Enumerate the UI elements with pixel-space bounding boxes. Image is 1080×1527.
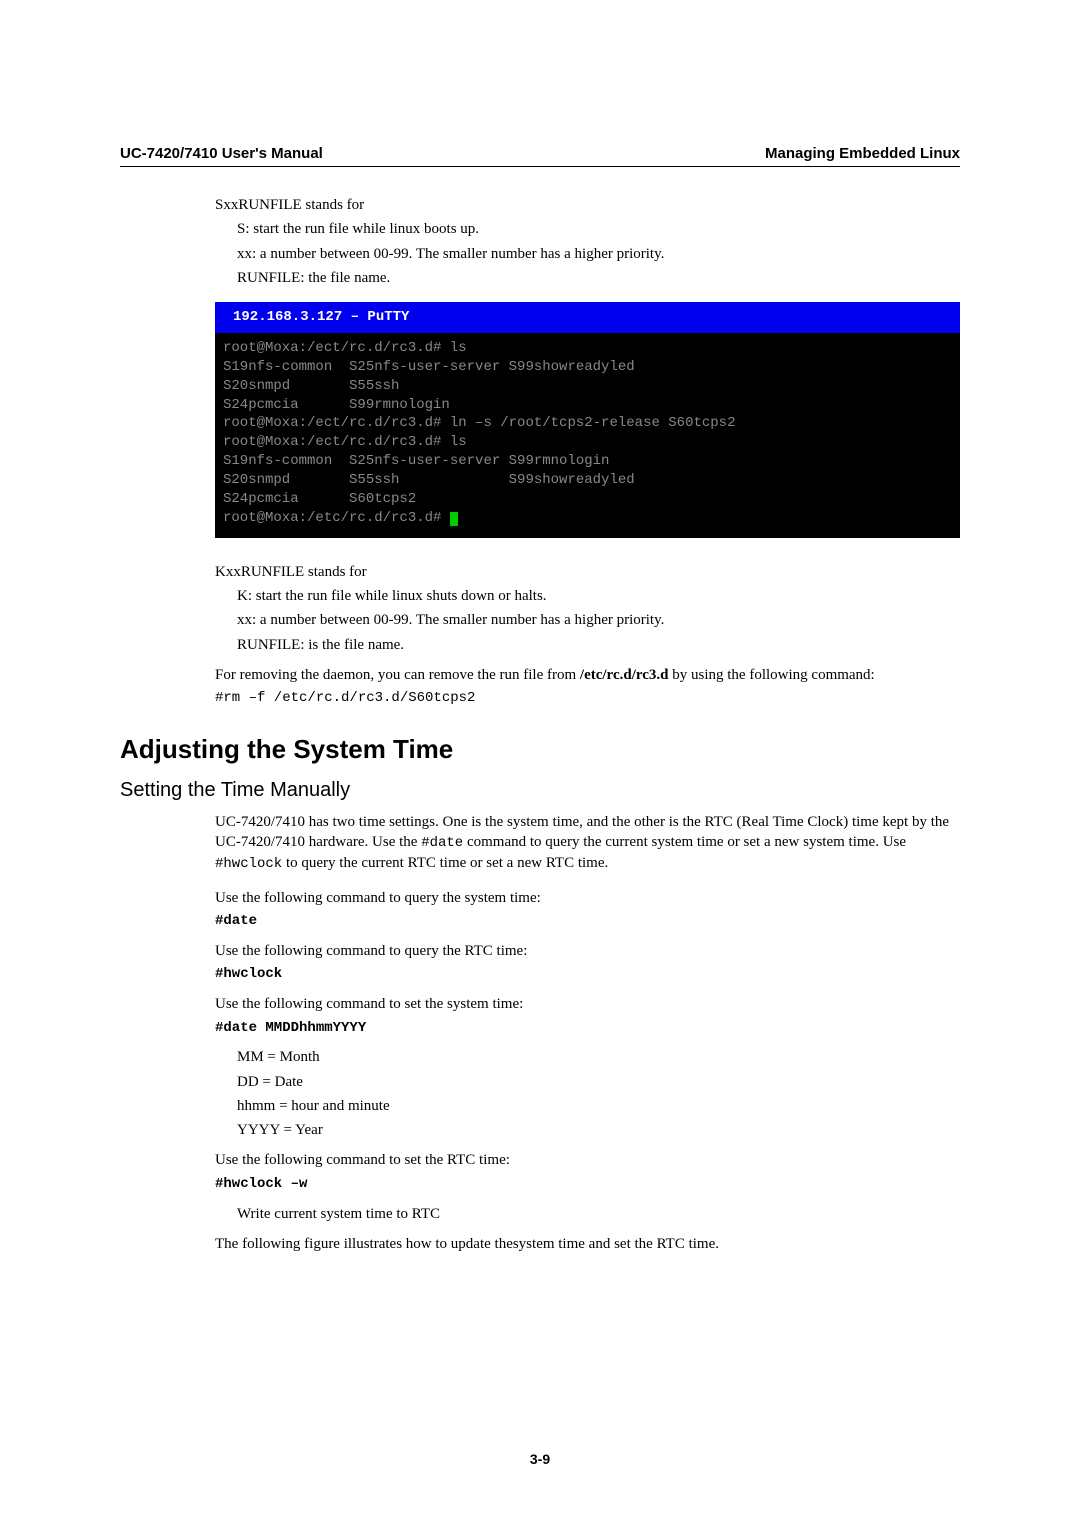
header: UC-7420/7410 User's Manual Managing Embe… xyxy=(120,145,960,167)
page: UC-7420/7410 User's Manual Managing Embe… xyxy=(0,0,1080,1527)
remove-paragraph: For removing the daemon, you can remove … xyxy=(215,665,960,685)
set-rtctime-label: Use the following command to set the RTC… xyxy=(215,1150,960,1170)
sxx-list: S: start the run file while linux boots … xyxy=(237,219,960,288)
time-p1c: command to query the current system time… xyxy=(463,834,906,850)
remove-p1a: For removing the daemon, you can remove … xyxy=(215,667,580,683)
set-rtctime-cmd: #hwclock –w xyxy=(215,1175,960,1194)
set-systime-label: Use the following command to set the sys… xyxy=(215,994,960,1014)
cursor-icon xyxy=(450,512,458,526)
header-right: Managing Embedded Linux xyxy=(765,145,960,162)
remove-path: /etc/rc.d/rc3.d xyxy=(580,667,669,683)
time-intro: UC-7420/7410 has two time settings. One … xyxy=(215,812,960,874)
date-inline: #date xyxy=(421,835,463,851)
sxx-title: SxxRUNFILE stands for xyxy=(215,195,960,215)
write-note: Write current system time to RTC xyxy=(237,1204,960,1224)
terminal-title: 192.168.3.127 – PuTTY xyxy=(215,302,960,333)
header-left: UC-7420/7410 User's Manual xyxy=(120,145,323,162)
hwclock-inline: #hwclock xyxy=(215,856,282,872)
figure-note: The following figure illustrates how to … xyxy=(215,1234,960,1254)
remove-cmd: #rm –f /etc/rc.d/rc3.d/S60tcps2 xyxy=(215,689,960,708)
heading-setting: Setting the Time Manually xyxy=(120,779,960,802)
hh: hhmm = hour and minute xyxy=(237,1096,960,1116)
write-text: Write current system time to RTC xyxy=(237,1204,960,1224)
heading-adjusting: Adjusting the System Time xyxy=(120,734,960,765)
page-number: 3-9 xyxy=(0,1451,1080,1467)
query-rtctime-label: Use the following command to query the R… xyxy=(215,941,960,961)
kxx-list: K: start the run file while linux shuts … xyxy=(237,586,960,655)
yy: YYYY = Year xyxy=(237,1120,960,1140)
sxx-l3: RUNFILE: the file name. xyxy=(237,268,960,288)
query-systime-label: Use the following command to query the s… xyxy=(215,888,960,908)
terminal-window: 192.168.3.127 – PuTTY root@Moxa:/ect/rc.… xyxy=(215,302,960,538)
kxx-title: KxxRUNFILE stands for xyxy=(215,562,960,582)
kxx-l2: xx: a number between 00-99. The smaller … xyxy=(237,610,960,630)
terminal-text: root@Moxa:/ect/rc.d/rc3.d# ls S19nfs-com… xyxy=(223,340,735,526)
query-rtctime-cmd: #hwclock xyxy=(215,965,960,984)
set-systime-cmd: #date MMDDhhmmYYYY xyxy=(215,1019,960,1038)
time-p1e: to query the current RTC time or set a n… xyxy=(282,855,608,871)
query-systime-cmd: #date xyxy=(215,912,960,931)
dd: DD = Date xyxy=(237,1072,960,1092)
mm: MM = Month xyxy=(237,1047,960,1067)
sxx-l1: S: start the run file while linux boots … xyxy=(237,219,960,239)
kxx-l3: RUNFILE: is the file name. xyxy=(237,635,960,655)
date-format-list: MM = Month DD = Date hhmm = hour and min… xyxy=(237,1047,960,1140)
body: SxxRUNFILE stands for S: start the run f… xyxy=(215,195,960,708)
time-body: UC-7420/7410 has two time settings. One … xyxy=(215,812,960,1254)
terminal-body: root@Moxa:/ect/rc.d/rc3.d# ls S19nfs-com… xyxy=(215,333,960,538)
remove-p1c: by using the following command: xyxy=(669,667,875,683)
sxx-l2: xx: a number between 00-99. The smaller … xyxy=(237,244,960,264)
kxx-l1: K: start the run file while linux shuts … xyxy=(237,586,960,606)
